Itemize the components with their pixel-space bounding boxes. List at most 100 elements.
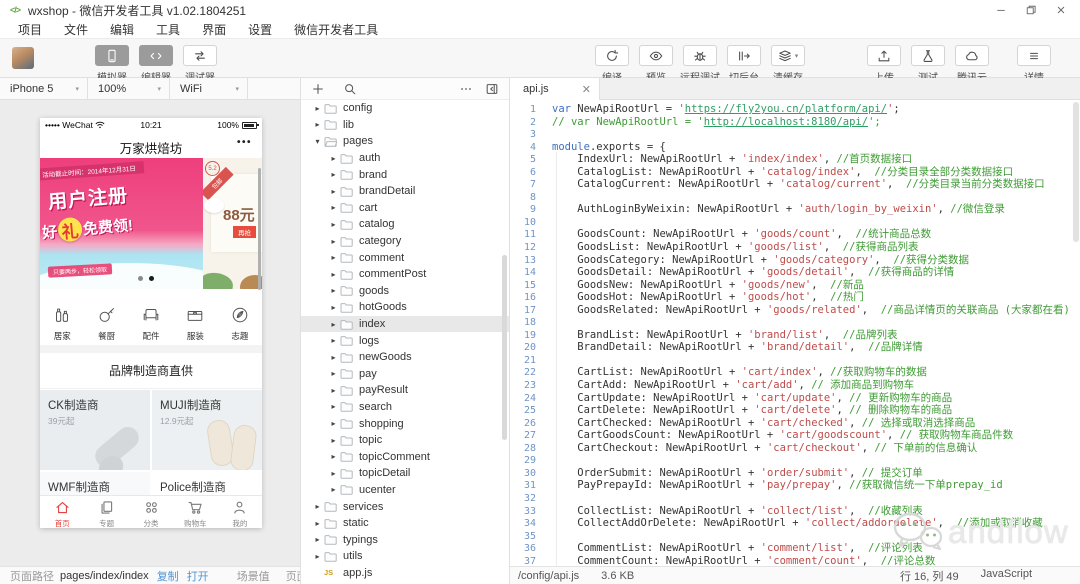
tree-item-payResult[interactable]: ▸payResult: [301, 382, 509, 399]
scene-value-label[interactable]: 场景值: [237, 568, 270, 584]
tree-item-topicDetail[interactable]: ▸topicDetail: [301, 465, 509, 482]
copy-link[interactable]: 复制: [157, 568, 179, 584]
tab-我的[interactable]: 我的: [218, 496, 262, 528]
tree-item-index[interactable]: ▸index: [301, 316, 509, 333]
chevron-right-icon: ▸: [311, 519, 324, 528]
tree-item-topicComment[interactable]: ▸topicComment: [301, 448, 509, 465]
page-params-label[interactable]: 页面参数: [286, 568, 300, 584]
tree-item-typings[interactable]: ▸typings: [301, 531, 509, 548]
folder-icon: [340, 186, 353, 197]
add-file-icon[interactable]: [311, 82, 325, 96]
tree-item-static[interactable]: ▸static: [301, 515, 509, 532]
tree-item-goods[interactable]: ▸goods: [301, 283, 509, 300]
close-tab-icon[interactable]: ✕: [582, 83, 591, 96]
category-item-居家[interactable]: 居家: [40, 300, 84, 345]
category-item-志趣[interactable]: 志趣: [218, 300, 262, 345]
tree-item-logs[interactable]: ▸logs: [301, 332, 509, 349]
tree-item-ucenter[interactable]: ▸ucenter: [301, 482, 509, 499]
tree-item-auth[interactable]: ▸auth: [301, 150, 509, 167]
menu-item[interactable]: 设置: [248, 21, 272, 38]
simulator-statusbar: 页面路径 pages/index/index 复制 打开 场景值 页面参数: [0, 566, 300, 584]
tree-item-shopping[interactable]: ▸shopping: [301, 415, 509, 432]
collapse-panel-icon[interactable]: [485, 82, 499, 96]
network-select[interactable]: WiFi ▾: [170, 78, 248, 100]
chevron-down-icon: ▾: [795, 52, 799, 60]
tab-首页[interactable]: 首页: [40, 496, 84, 528]
explorer-scrollbar[interactable]: [502, 255, 507, 440]
close-icon[interactable]: [1046, 0, 1076, 20]
brand-grid: CK制造商39元起MUJI制造商12.9元起WMF制造商Police制造商: [40, 390, 262, 495]
tab-购物车[interactable]: 购物车: [173, 496, 217, 528]
tree-item-comment[interactable]: ▸comment: [301, 249, 509, 266]
code-area[interactable]: 1var NewApiRootUrl = 'https://fly2you.cn…: [510, 100, 1080, 566]
brand-card[interactable]: MUJI制造商12.9元起: [152, 390, 262, 470]
user-avatar[interactable]: [12, 47, 34, 69]
tab-api-js[interactable]: api.js ✕: [510, 78, 600, 100]
menu-item[interactable]: 编辑: [110, 21, 134, 38]
phone-statusbar: ••••• WeChat 10:21 100%: [40, 118, 262, 132]
tree-item-brandDetail[interactable]: ▸brandDetail: [301, 183, 509, 200]
minimize-icon[interactable]: [986, 0, 1016, 20]
editor-scrollbar[interactable]: [1073, 102, 1079, 242]
phone-scrollbar[interactable]: [258, 168, 261, 290]
tab-专题[interactable]: 专题: [84, 496, 128, 528]
banner-carousel[interactable]: 活动截止时间：2014年12月31日 用户注册 好 礼 免费领! 只要两步，轻松…: [40, 158, 262, 289]
maximize-icon[interactable]: [1016, 0, 1046, 20]
device-select[interactable]: iPhone 5 ▾: [0, 78, 88, 100]
tree-item-label: topic: [359, 434, 382, 446]
tree-item-label: cart: [359, 202, 377, 214]
open-link[interactable]: 打开: [187, 568, 209, 584]
category-item-服装[interactable]: 服装: [173, 300, 217, 345]
category-item-配件[interactable]: 配件: [129, 300, 173, 345]
line-number: 32: [510, 493, 536, 506]
tree-item-cart[interactable]: ▸cart: [301, 200, 509, 217]
tree-item-topic[interactable]: ▸topic: [301, 432, 509, 449]
tree-item-label: logs: [359, 335, 379, 347]
tab-分类[interactable]: 分类: [129, 496, 173, 528]
category-item-餐厨[interactable]: 餐厨: [84, 300, 128, 345]
tree-item-category[interactable]: ▸category: [301, 233, 509, 250]
brand-card[interactable]: WMF制造商: [40, 472, 150, 495]
brand-card[interactable]: Police制造商: [152, 472, 262, 495]
tree-item-app.js[interactable]: JSapp.js: [301, 565, 509, 582]
tree-item-label: goods: [359, 285, 389, 297]
zoom-select[interactable]: 100% ▾: [88, 78, 170, 100]
code-line: 34 CollectAddOrDelete: NewApiRootUrl + '…: [510, 517, 1080, 530]
code-line: 21: [510, 354, 1080, 367]
tree-item-search[interactable]: ▸search: [301, 399, 509, 416]
tree-item-services[interactable]: ▸services: [301, 498, 509, 515]
banner-ribbon-text: 活动截止时间：2014年12月31日: [40, 161, 144, 181]
menu-item[interactable]: 项目: [18, 21, 42, 38]
brand-card[interactable]: CK制造商39元起: [40, 390, 150, 470]
tree-item-commentPost[interactable]: ▸commentPost: [301, 266, 509, 283]
tree-item-catalog[interactable]: ▸catalog: [301, 216, 509, 233]
menu-item[interactable]: 文件: [64, 21, 88, 38]
file-tree: ▸config▸lib▾pages▸auth▸brand▸brandDetail…: [301, 100, 509, 584]
tree-item-pay[interactable]: ▸pay: [301, 366, 509, 383]
menu-item[interactable]: 微信开发者工具: [294, 21, 378, 38]
search-icon[interactable]: [343, 82, 357, 96]
code-line: 4module.exports = {: [510, 141, 1080, 154]
code-icon: [149, 49, 163, 63]
tree-item-brand[interactable]: ▸brand: [301, 166, 509, 183]
tree-item-config[interactable]: ▸config: [301, 100, 509, 117]
line-number: 16: [510, 292, 536, 305]
wechat-menu-icon[interactable]: •••: [237, 137, 252, 148]
tree-item-utils[interactable]: ▸utils: [301, 548, 509, 565]
menu-bar: 项目 文件 编辑 工具 界面 设置 微信开发者工具: [0, 20, 1080, 38]
chevron-right-icon: ▸: [327, 170, 340, 179]
menu-item[interactable]: 界面: [202, 21, 226, 38]
more-icon[interactable]: [459, 82, 473, 96]
folder-icon: [324, 534, 337, 545]
language-label[interactable]: JavaScript: [981, 568, 1032, 584]
tree-item-newGoods[interactable]: ▸newGoods: [301, 349, 509, 366]
tree-item-lib[interactable]: ▸lib: [301, 117, 509, 134]
menu-item[interactable]: 工具: [156, 21, 180, 38]
brand-name: WMF制造商: [40, 472, 150, 495]
code-line: 28 CartCheckout: NewApiRootUrl + 'cart/c…: [510, 442, 1080, 455]
tree-item-hotGoods[interactable]: ▸hotGoods: [301, 299, 509, 316]
category-label: 餐厨: [84, 330, 128, 342]
user-icon: [231, 499, 248, 516]
tree-item-pages[interactable]: ▾pages: [301, 133, 509, 150]
buy-again-button[interactable]: 再抢: [233, 226, 256, 238]
